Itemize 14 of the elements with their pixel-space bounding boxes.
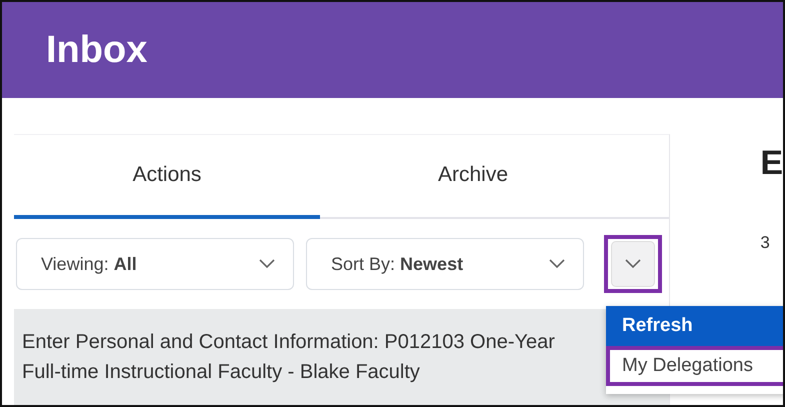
detail-title: E bbox=[760, 144, 783, 183]
chevron-down-icon bbox=[259, 259, 275, 269]
more-button[interactable] bbox=[611, 241, 655, 287]
menu-item[interactable]: My Delegations bbox=[606, 346, 783, 386]
page-title: Inbox bbox=[46, 28, 148, 72]
tab[interactable]: Archive bbox=[320, 135, 626, 219]
filter-dropdown[interactable]: Sort By: Newest bbox=[306, 238, 584, 290]
tab[interactable]: Actions bbox=[14, 135, 320, 219]
filter-dropdown[interactable]: Viewing: All bbox=[16, 238, 294, 290]
chevron-down-icon bbox=[549, 259, 565, 269]
chevron-down-icon bbox=[625, 259, 641, 269]
item-title: Enter Personal and Contact Information: P012103 One-Year Full-time Instructional Faculty - Blake Faculty bbox=[22, 330, 556, 385]
detail-text: 3 bbox=[760, 233, 771, 253]
menu-item[interactable]: Refresh bbox=[606, 306, 783, 346]
